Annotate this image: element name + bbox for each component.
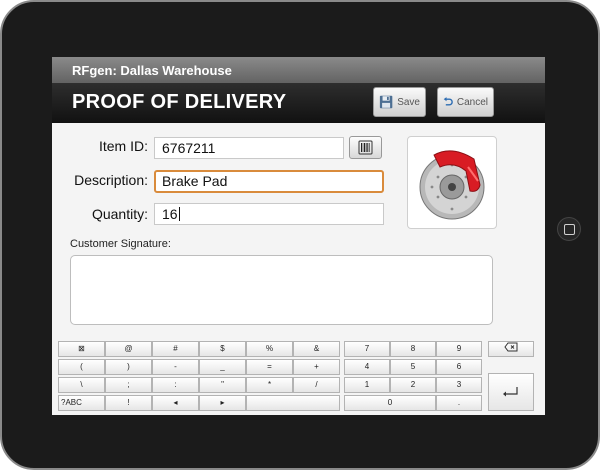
key-slash[interactable]: / — [293, 377, 340, 393]
onscreen-keyboard: ⊠ @ # $ % & ( ) - _ = + \ ; : " * / ?ABC… — [52, 337, 545, 415]
enter-key[interactable] — [488, 373, 534, 411]
key-open-paren[interactable]: ( — [58, 359, 105, 375]
key-cursor-right[interactable]: ▸ — [199, 395, 246, 411]
home-button[interactable] — [557, 217, 581, 241]
key-percent[interactable]: % — [246, 341, 293, 357]
key-ampersand[interactable]: & — [293, 341, 340, 357]
key-decimal[interactable]: . — [436, 395, 482, 411]
app-title: RFgen: Dallas Warehouse — [52, 57, 545, 83]
key-at[interactable]: @ — [105, 341, 152, 357]
key-8[interactable]: 8 — [390, 341, 436, 357]
barcode-icon — [358, 140, 373, 155]
key-equals[interactable]: = — [246, 359, 293, 375]
save-button-label: Save — [397, 96, 420, 108]
text-caret — [178, 207, 180, 221]
save-button[interactable]: Save — [373, 87, 426, 117]
cancel-button[interactable]: Cancel — [437, 87, 494, 117]
key-clear[interactable]: ⊠ — [58, 341, 105, 357]
key-backslash[interactable]: \ — [58, 377, 105, 393]
barcode-scan-button[interactable] — [349, 136, 382, 159]
description-field[interactable]: Brake Pad — [154, 170, 384, 193]
product-photo — [407, 136, 497, 229]
description-label: Description: — [74, 172, 148, 188]
cancel-button-label: Cancel — [456, 96, 488, 108]
item-id-field[interactable]: 6767211 — [154, 137, 344, 159]
key-0[interactable]: 0 — [344, 395, 436, 411]
key-asterisk[interactable]: * — [246, 377, 293, 393]
signature-label: Customer Signature: — [70, 238, 171, 250]
key-plus[interactable]: + — [293, 359, 340, 375]
key-hash[interactable]: # — [152, 341, 199, 357]
page-title: PROOF OF DELIVERY — [72, 91, 287, 113]
quantity-label: Quantity: — [91, 206, 148, 222]
key-3[interactable]: 3 — [436, 377, 482, 393]
key-minus[interactable]: - — [152, 359, 199, 375]
key-4[interactable]: 4 — [344, 359, 390, 375]
key-close-paren[interactable]: ) — [105, 359, 152, 375]
key-9[interactable]: 9 — [436, 341, 482, 357]
key-quote[interactable]: " — [199, 377, 246, 393]
key-semicolon[interactable]: ; — [105, 377, 152, 393]
item-id-label: Item ID: — [98, 138, 148, 154]
brake-caliper-image — [419, 150, 485, 220]
key-2[interactable]: 2 — [390, 377, 436, 393]
quantity-value: 16 — [162, 206, 178, 222]
key-abc-toggle[interactable]: ?ABC — [58, 395, 105, 411]
key-7[interactable]: 7 — [344, 341, 390, 357]
key-cursor-left[interactable]: ◂ — [152, 395, 199, 411]
backspace-key[interactable] — [488, 341, 534, 357]
key-1[interactable]: 1 — [344, 377, 390, 393]
floppy-disk-icon — [379, 95, 393, 109]
app-screen: RFgen: Dallas Warehouse PROOF OF DELIVER… — [52, 57, 545, 415]
key-exclamation[interactable]: ! — [105, 395, 152, 411]
key-space[interactable] — [246, 395, 340, 411]
signature-pad[interactable] — [70, 255, 493, 325]
key-5[interactable]: 5 — [390, 359, 436, 375]
enter-icon — [503, 387, 518, 397]
key-dollar[interactable]: $ — [199, 341, 246, 357]
backspace-icon — [504, 342, 518, 352]
key-underscore[interactable]: _ — [199, 359, 246, 375]
header-bar: PROOF OF DELIVERY Save Cancel — [52, 83, 545, 123]
quantity-field[interactable]: 16 — [154, 203, 384, 225]
key-colon[interactable]: : — [152, 377, 199, 393]
undo-arrow-icon — [443, 97, 453, 106]
key-6[interactable]: 6 — [436, 359, 482, 375]
